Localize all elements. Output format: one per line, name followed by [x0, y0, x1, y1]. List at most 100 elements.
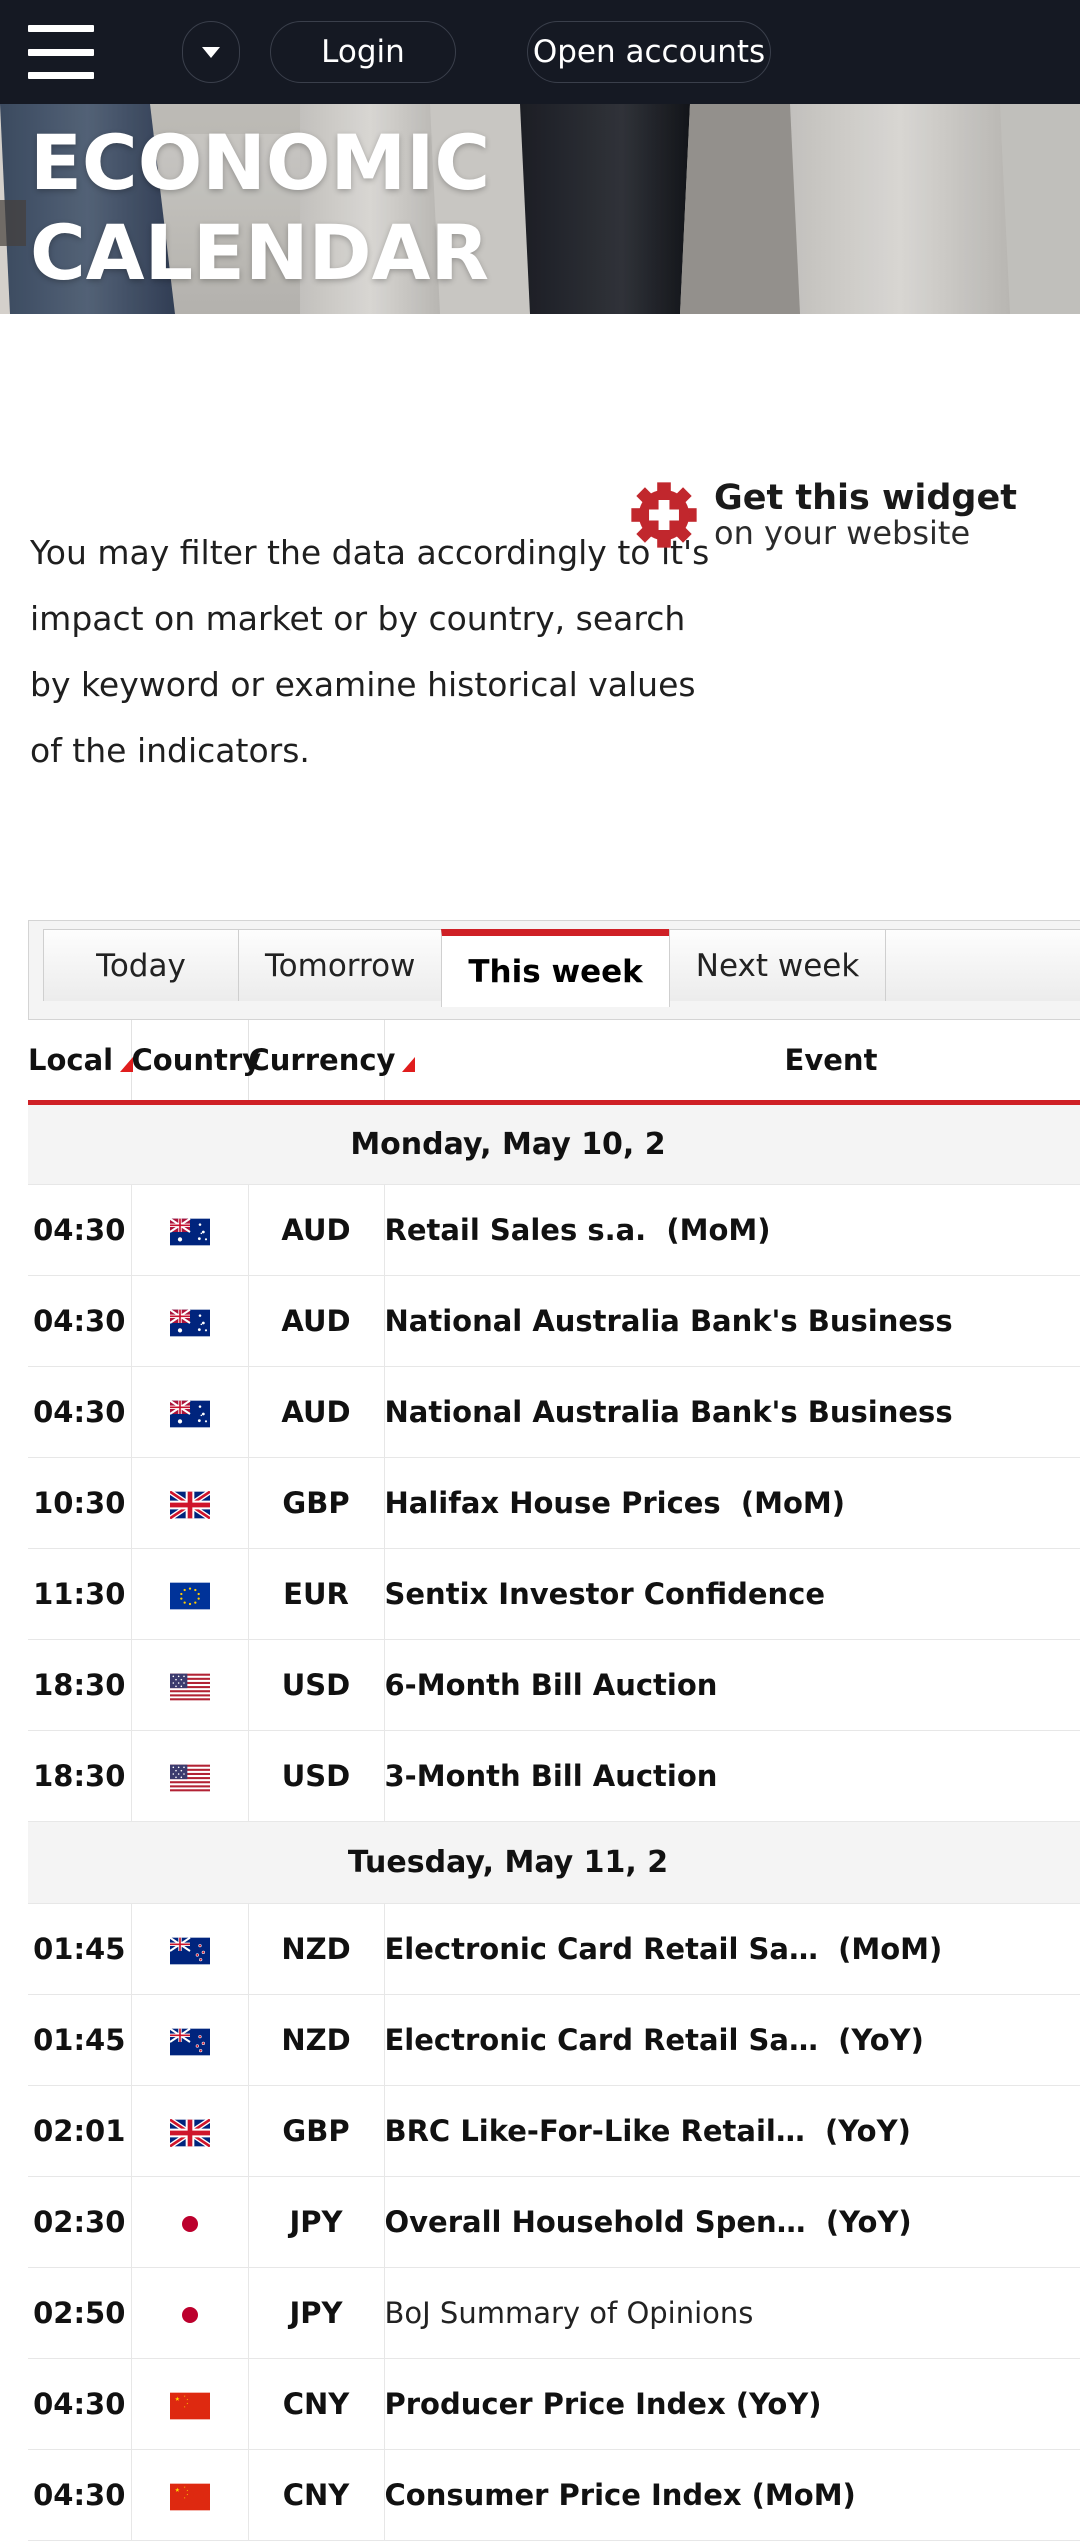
- event-name-cell[interactable]: BRC Like-For-Like Retail… (YoY): [384, 2085, 1080, 2177]
- country-flag-cell: [131, 1730, 249, 1822]
- date-group-header-row: Monday, May 10, 2: [28, 1102, 1080, 1185]
- table-row[interactable]: 02:01 GBP BRC Like-For-Like Retail… (YoY): [28, 2085, 1080, 2177]
- country-flag-cell: [131, 1366, 249, 1458]
- language-dropdown-button[interactable]: [182, 21, 240, 83]
- event-name-cell[interactable]: Halifax House Prices (MoM): [384, 1457, 1080, 1549]
- currency-code: AUD: [248, 1275, 385, 1367]
- table-row[interactable]: 02:30 JPY Overall Household Spen… (YoY): [28, 2176, 1080, 2268]
- event-period-suffix: (YoY): [804, 2113, 911, 2148]
- column-header-label: Event: [784, 1042, 878, 1077]
- event-name: Retail Sales s.a.: [384, 1212, 647, 1247]
- table-row[interactable]: 04:30 CNY Consumer Price Index (MoM): [28, 2449, 1080, 2541]
- currency-code: EUR: [248, 1548, 385, 1640]
- event-name-cell[interactable]: Retail Sales s.a. (MoM): [384, 1184, 1080, 1276]
- get-this-widget-link[interactable]: Get this widget on your website: [630, 480, 1017, 550]
- hero-banner: ECONOMIC CALENDAR: [0, 104, 1080, 314]
- country-flag-cell: [131, 1184, 249, 1276]
- country-flag-cell: [131, 1457, 249, 1549]
- event-period-suffix: (MoM): [817, 1931, 943, 1966]
- currency-code: JPY: [248, 2176, 385, 2268]
- event-time: 18:30: [28, 1730, 132, 1822]
- event-name-cell[interactable]: Overall Household Spen… (YoY): [384, 2176, 1080, 2268]
- widget-badge-line1: Get this widget: [714, 478, 1017, 518]
- country-flag-cell: [131, 1548, 249, 1640]
- flag-australia-icon: [169, 1308, 210, 1336]
- flag-australia-icon: [169, 1217, 210, 1245]
- event-name-cell[interactable]: Electronic Card Retail Sa… (MoM): [384, 1903, 1080, 1995]
- country-flag-cell: [131, 1994, 249, 2086]
- table-row[interactable]: 04:30 AUD National Australia Bank's Busine…: [28, 1275, 1080, 1367]
- event-name-cell[interactable]: 6-Month Bill Auction: [384, 1639, 1080, 1731]
- event-name-cell[interactable]: Producer Price Index (YoY): [384, 2358, 1080, 2450]
- table-row[interactable]: 10:30 GBP Halifax House Prices (MoM): [28, 1457, 1080, 1549]
- event-time: 10:30: [28, 1457, 132, 1549]
- hamburger-bar: [28, 25, 94, 32]
- calendar-tab-more[interactable]: [885, 929, 1080, 1001]
- currency-code: USD: [248, 1639, 385, 1731]
- country-flag-cell: [131, 1639, 249, 1731]
- event-name: BRC Like-For-Like Retail…: [384, 2113, 805, 2148]
- event-time: 04:30: [28, 1366, 132, 1458]
- table-row[interactable]: 02:50 JPY BoJ Summary of Opinions: [28, 2267, 1080, 2359]
- economic-calendar-widget: Today Tomorrow This week Next week Local Cou…: [28, 920, 1080, 2541]
- event-name: 6-Month Bill Auction: [384, 1667, 718, 1702]
- hamburger-bar: [28, 72, 94, 79]
- table-row[interactable]: 01:45 NZD Electronic Card Retail Sa… (YoY): [28, 1994, 1080, 2086]
- currency-code: CNY: [248, 2358, 385, 2450]
- calendar-tab-tomorrow[interactable]: Tomorrow: [238, 929, 443, 1001]
- hamburger-menu-icon[interactable]: [28, 25, 94, 79]
- table-row[interactable]: 18:30 USD 6-Month Bill Auction: [28, 1639, 1080, 1731]
- currency-code: JPY: [248, 2267, 385, 2359]
- column-header-event[interactable]: Event: [384, 1020, 1080, 1105]
- event-time: 02:30: [28, 2176, 132, 2268]
- event-name-cell[interactable]: BoJ Summary of Opinions: [384, 2267, 1080, 2359]
- table-row[interactable]: 04:30 CNY Producer Price Index (YoY): [28, 2358, 1080, 2450]
- sort-indicator-icon[interactable]: [402, 1056, 416, 1072]
- economic-calendar-table: Local Country Currency Event Monday, May 10…: [28, 1020, 1080, 2541]
- event-name-cell[interactable]: Electronic Card Retail Sa… (YoY): [384, 1994, 1080, 2086]
- event-name: Electronic Card Retail Sa…: [384, 1931, 818, 1966]
- event-time: 11:30: [28, 1548, 132, 1640]
- flag-european-union-icon: [169, 1582, 210, 1609]
- event-name-cell[interactable]: National Australia Bank's Business: [384, 1366, 1080, 1458]
- event-name: Electronic Card Retail Sa…: [384, 2022, 818, 2057]
- table-row[interactable]: 01:45 NZD Electronic Card Retail Sa… (MoM): [28, 1903, 1080, 1995]
- table-row[interactable]: 18:30 USD 3-Month Bill Auction: [28, 1730, 1080, 1822]
- event-period-suffix: (YoY): [817, 2022, 924, 2057]
- flag-japan-icon: [169, 2301, 210, 2328]
- country-flag-cell: [131, 2449, 249, 2541]
- country-flag-cell: [131, 2358, 249, 2450]
- column-header-local[interactable]: Local: [28, 1020, 134, 1105]
- event-name: 3-Month Bill Auction: [384, 1758, 718, 1793]
- event-period-suffix: (MoM): [720, 1485, 846, 1520]
- flag-china-icon: [169, 2392, 210, 2419]
- login-button[interactable]: Login: [270, 21, 456, 83]
- country-flag-cell: [131, 2176, 249, 2268]
- calendar-period-tabs: Today Tomorrow This week Next week: [28, 920, 1080, 1020]
- calendar-tab-this-week[interactable]: This week: [441, 929, 670, 1007]
- table-row[interactable]: 04:30 AUD National Australia Bank's Busine…: [28, 1366, 1080, 1458]
- currency-code: AUD: [248, 1184, 385, 1276]
- table-row[interactable]: 11:30 EUR Sentix Investor Confidence: [28, 1548, 1080, 1640]
- event-name: National Australia Bank's Business: [384, 1303, 953, 1338]
- country-flag-cell: [131, 2267, 249, 2359]
- widget-badge-line2: on your website: [714, 513, 971, 552]
- table-row[interactable]: 04:30 AUD Retail Sales s.a. (MoM): [28, 1184, 1080, 1276]
- event-name-cell[interactable]: 3-Month Bill Auction: [384, 1730, 1080, 1822]
- gear-icon: [631, 482, 697, 548]
- column-header-currency[interactable]: Currency: [248, 1020, 416, 1105]
- event-name: Sentix Investor Confidence: [384, 1576, 826, 1611]
- event-name-cell[interactable]: Consumer Price Index (MoM): [384, 2449, 1080, 2541]
- flag-united-kingdom-icon: [169, 1490, 210, 1519]
- event-name-cell[interactable]: Sentix Investor Confidence: [384, 1548, 1080, 1640]
- event-name: National Australia Bank's Business: [384, 1394, 953, 1429]
- open-accounts-button[interactable]: Open accounts: [527, 21, 771, 83]
- column-header-label: Country: [131, 1042, 262, 1077]
- calendar-tab-next-week[interactable]: Next week: [668, 929, 887, 1001]
- column-header-label: Local: [28, 1042, 114, 1077]
- event-period-suffix: (YoY): [805, 2204, 912, 2239]
- event-name-cell[interactable]: National Australia Bank's Business: [384, 1275, 1080, 1367]
- flag-united-kingdom-icon: [169, 2118, 210, 2147]
- calendar-tab-today[interactable]: Today: [43, 929, 239, 1001]
- column-header-country[interactable]: Country: [131, 1020, 261, 1105]
